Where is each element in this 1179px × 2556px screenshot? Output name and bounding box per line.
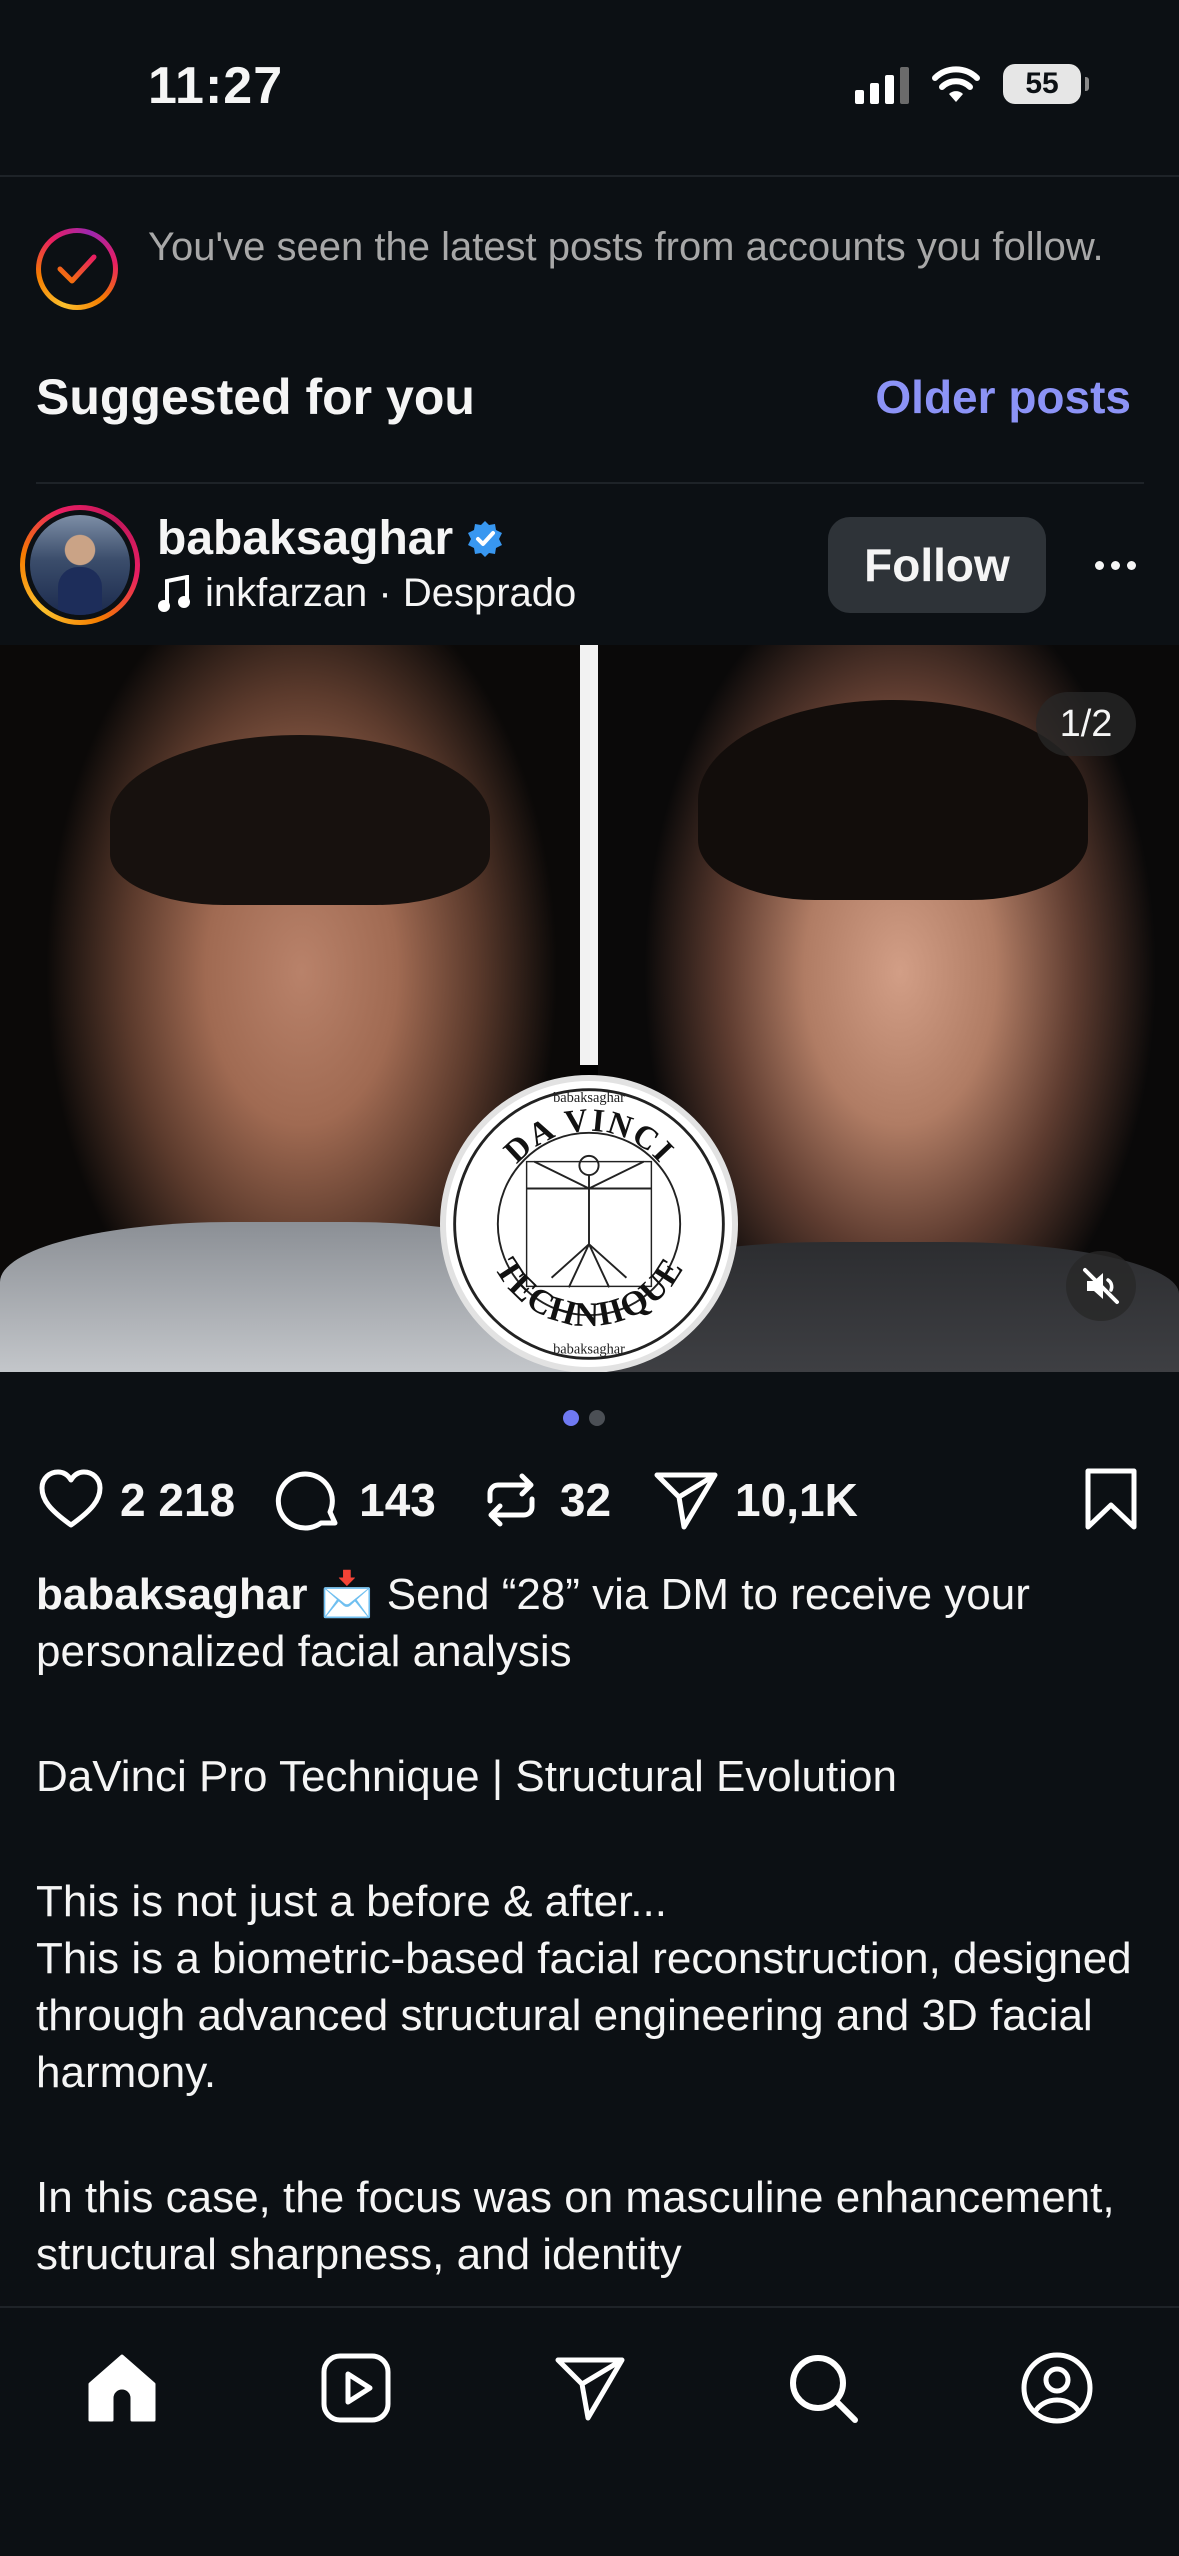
- caption-para3b: This is a biometric-based facial reconst…: [36, 1934, 1132, 2097]
- carousel-dot: [589, 1410, 605, 1426]
- send-icon: [555, 2357, 625, 2421]
- home-icon: [88, 2354, 156, 2422]
- audio-attribution[interactable]: inkfarzan · Desprado: [157, 571, 576, 616]
- suggested-title: Suggested for you: [36, 369, 475, 425]
- share-action[interactable]: 10,1K: [651, 1465, 858, 1535]
- nav-home[interactable]: [82, 2348, 162, 2428]
- repost-action[interactable]: 32: [476, 1465, 611, 1535]
- more-horizontal-icon[interactable]: [1085, 545, 1145, 585]
- username-row: babaksaghar: [157, 511, 505, 566]
- profile-icon: [1021, 2352, 1093, 2424]
- caught-up-notice: You've seen the latest posts from accoun…: [36, 222, 1136, 310]
- comment-action[interactable]: 143: [275, 1465, 436, 1535]
- audio-label: inkfarzan · Desprado: [205, 571, 577, 615]
- search-icon: [790, 2355, 858, 2423]
- badge-small-top: babaksaghar: [553, 1090, 625, 1106]
- post-caption: babaksaghar 📩 Send “28” via DM to receiv…: [36, 1566, 1146, 2283]
- repost-count: 32: [559, 1474, 612, 1526]
- carousel-dots: [563, 1410, 605, 1426]
- instagram-feed-screen: 11:27 55 You've seen the latest posts fr…: [0, 0, 1179, 2556]
- battery-icon: 55: [1003, 64, 1089, 104]
- heart-icon: [39, 1469, 103, 1528]
- envelope-emoji: 📩: [319, 1570, 375, 1619]
- caption-username[interactable]: babaksaghar: [36, 1570, 307, 1619]
- header-divider: [0, 175, 1179, 177]
- signal-icon: [855, 64, 909, 104]
- post-username[interactable]: babaksaghar: [157, 511, 453, 566]
- check-circle-icon: [36, 228, 118, 310]
- caption-first-paragraph: babaksaghar 📩 Send “28” via DM to receiv…: [36, 1566, 1146, 1680]
- like-count: 2 218: [120, 1474, 236, 1526]
- davinci-logo-badge: DA VINCI TECHNIIQUE babaksaghar babaksag…: [440, 1075, 738, 1372]
- caught-up-message: You've seen the latest posts from accoun…: [148, 225, 1104, 269]
- comment-count: 143: [359, 1474, 436, 1526]
- status-bar: 11:27 55: [0, 0, 1179, 175]
- bottom-tab-bar: [0, 2306, 1179, 2556]
- post-header: babaksaghar inkfarzan · Desprado Follow: [0, 505, 1179, 645]
- avatar[interactable]: [20, 505, 140, 625]
- status-time: 11:27: [148, 57, 284, 115]
- post-media-carousel[interactable]: DA VINCI TECHNIIQUE babaksaghar babaksag…: [0, 645, 1179, 1372]
- share-count: 10,1K: [735, 1474, 858, 1526]
- split-divider: [580, 645, 598, 1065]
- reels-icon: [321, 2353, 391, 2423]
- music-note-icon: [158, 574, 190, 612]
- send-icon: [654, 1472, 718, 1530]
- status-icons: 55: [855, 64, 1089, 104]
- like-action[interactable]: 2 218: [36, 1465, 235, 1535]
- section-divider: [36, 482, 1144, 484]
- nav-reels[interactable]: [316, 2348, 396, 2428]
- nav-search[interactable]: [783, 2348, 863, 2428]
- caption-para2: DaVinci Pro Technique | Structural Evolu…: [36, 1752, 897, 1801]
- badge-small-bottom: babaksaghar: [553, 1342, 625, 1358]
- caption-para4: In this case, the focus was on masculine…: [36, 2173, 1115, 2279]
- caption-para3a: This is not just a before & after...: [36, 1877, 667, 1926]
- repost-icon: [487, 1473, 535, 1527]
- older-posts-link[interactable]: Older posts: [875, 370, 1131, 424]
- carousel-dot-active: [563, 1410, 579, 1426]
- nav-messages[interactable]: [550, 2348, 630, 2428]
- wifi-icon: [932, 66, 980, 102]
- follow-button[interactable]: Follow: [828, 517, 1046, 613]
- nav-profile[interactable]: [1017, 2348, 1097, 2428]
- verified-badge-icon: [468, 520, 503, 557]
- post-actions: 2 218 143 32 10,1K: [36, 1462, 1146, 1538]
- muted-speaker-icon[interactable]: [1066, 1251, 1136, 1321]
- suggested-header: Suggested for you Older posts: [36, 368, 1131, 426]
- page-indicator: 1/2: [1036, 692, 1136, 756]
- comment-icon: [275, 1471, 338, 1531]
- bookmark-icon[interactable]: [1076, 1465, 1146, 1535]
